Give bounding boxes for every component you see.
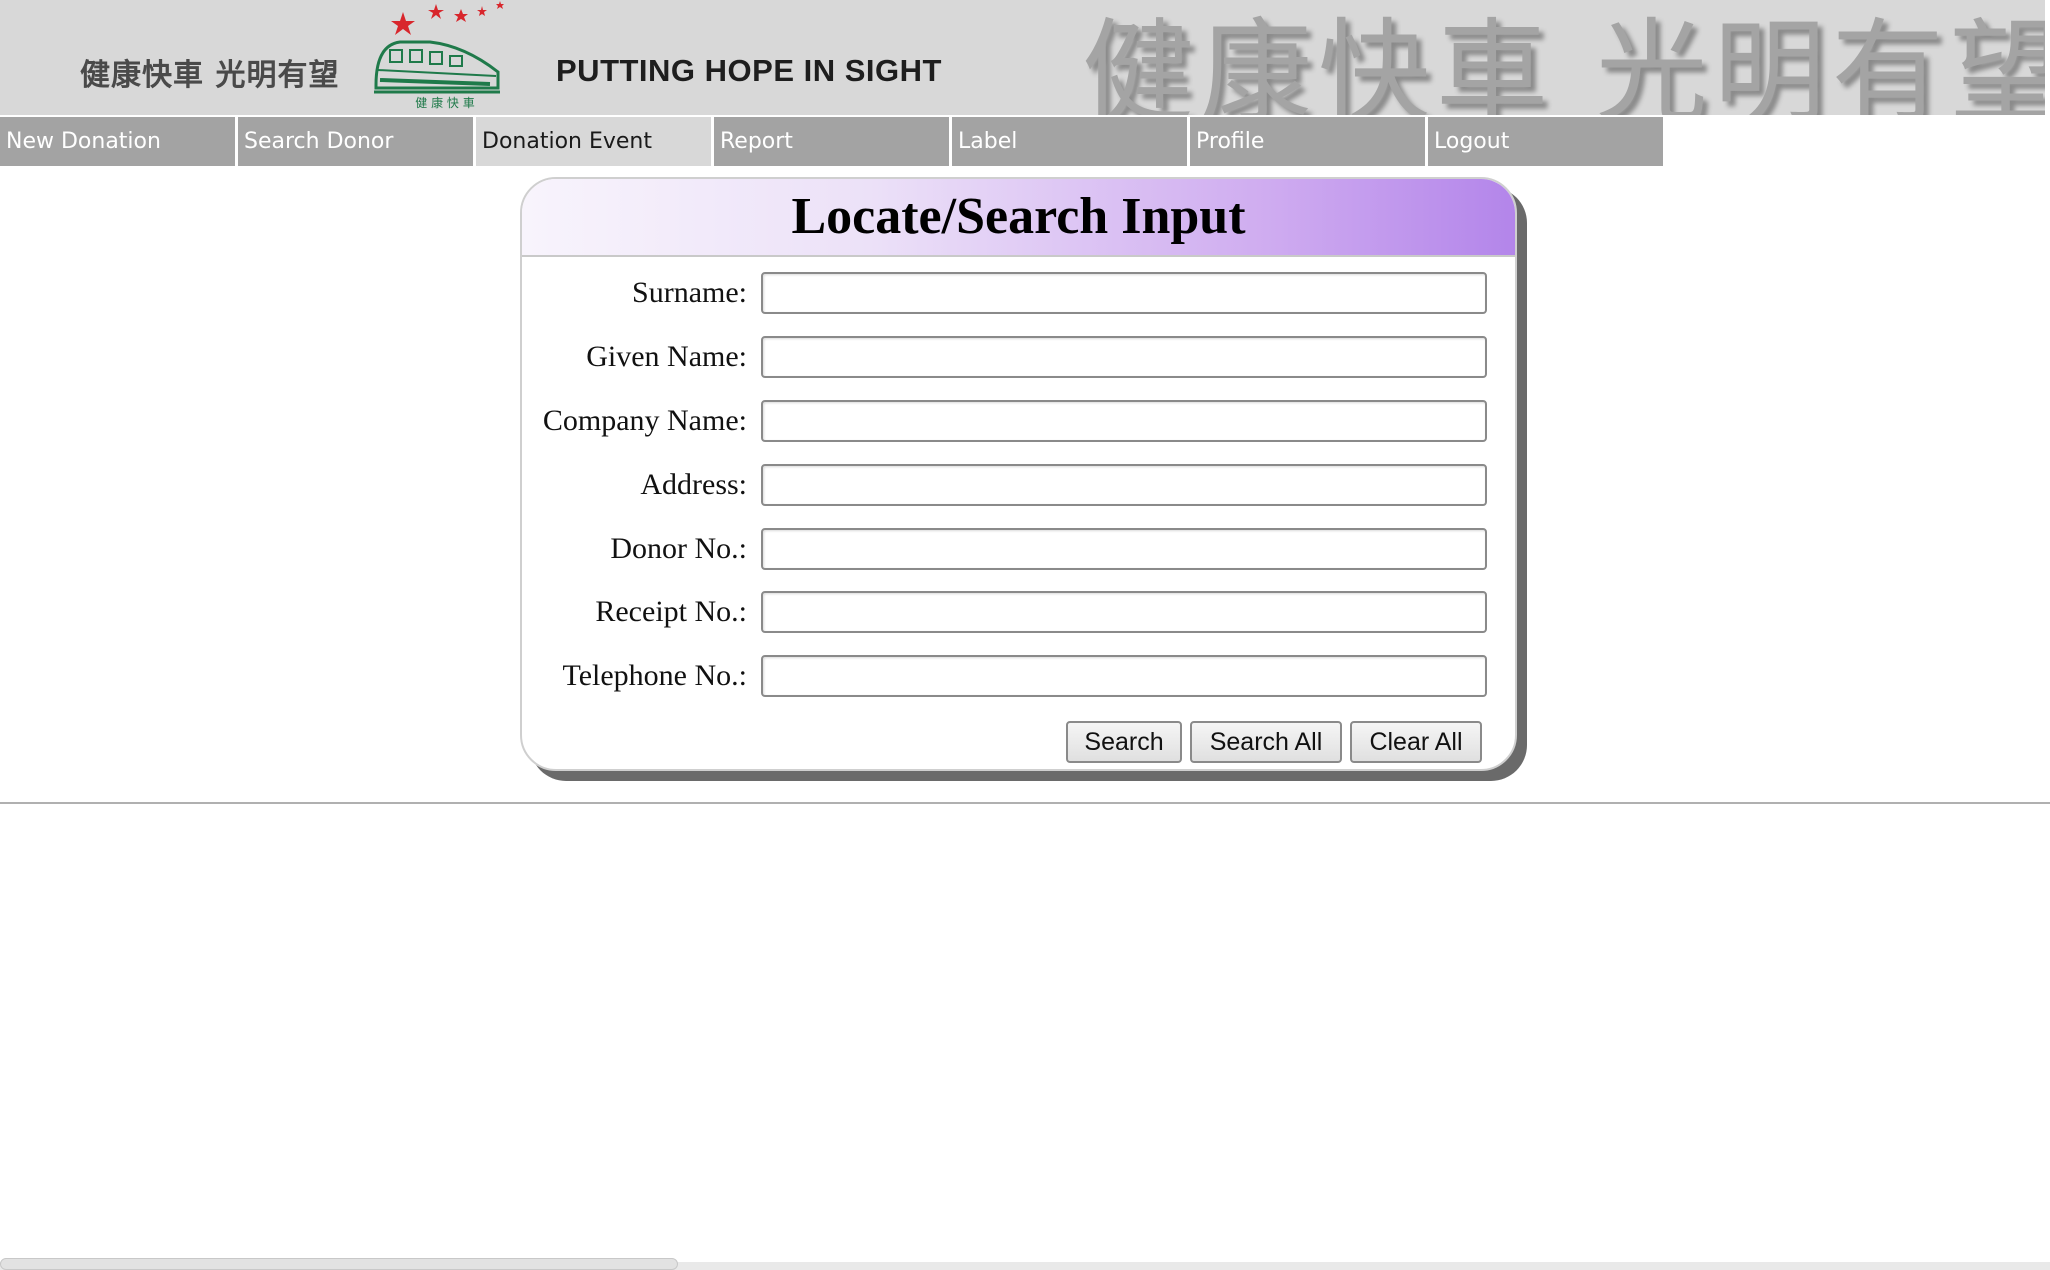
company-name-label: Company Name: [542, 404, 747, 437]
horizontal-divider [0, 802, 2050, 804]
form-row-company-name: Company Name: [522, 400, 1515, 442]
nav-item-donation-event[interactable]: Donation Event [476, 117, 711, 166]
tagline: PUTTING HOPE IN SIGHT [556, 53, 942, 88]
organization-logo: 健 康 快 車 [374, 1, 504, 110]
search-button[interactable]: Search [1066, 721, 1182, 763]
page-title: Locate/Search Input [791, 188, 1246, 245]
form-row-telephone-no: Telephone No.: [522, 655, 1515, 697]
nav-item-profile[interactable]: Profile [1190, 117, 1425, 166]
nav-item-report[interactable]: Report [714, 117, 949, 166]
telephone-no-input[interactable] [761, 655, 1487, 697]
address-input[interactable] [761, 464, 1487, 506]
search-all-button[interactable]: Search All [1190, 721, 1342, 763]
form-row-surname: Surname: [522, 272, 1515, 314]
star-icon [454, 9, 468, 22]
receipt-no-input[interactable] [761, 591, 1487, 633]
form-row-address: Address: [522, 464, 1515, 506]
form-row-given-name: Given Name: [522, 336, 1515, 378]
search-panel-header: Locate/Search Input [522, 179, 1515, 257]
given-name-label: Given Name: [586, 340, 747, 373]
donor-no-input[interactable] [761, 528, 1487, 570]
star-icon [477, 6, 487, 16]
form-row-receipt-no: Receipt No.: [522, 591, 1515, 633]
slogan-watermark: 健康快車 光明有望 [1082, 8, 2045, 115]
star-icon [428, 4, 444, 19]
search-panel: Locate/Search Input Surname: Given Name:… [520, 177, 1517, 771]
star-icon [391, 12, 415, 35]
logo-caption: 健 康 快 車 [415, 95, 474, 110]
donor-no-label: Donor No.: [610, 532, 747, 565]
header-banner: 健康快車 光明有望 健 康 快 車 PUTTING HOPE IN SIGHT … [0, 0, 2045, 115]
company-name-input[interactable] [761, 400, 1487, 442]
telephone-no-label: Telephone No.: [562, 659, 747, 692]
address-label: Address: [640, 468, 747, 501]
nav-item-new-donation[interactable]: New Donation [0, 117, 235, 166]
star-icon [496, 1, 504, 9]
nav-item-label[interactable]: Label [952, 117, 1187, 166]
nav-item-search-donor[interactable]: Search Donor [238, 117, 473, 166]
form-row-donor-no: Donor No.: [522, 528, 1515, 570]
nav-item-logout[interactable]: Logout [1428, 117, 1663, 166]
given-name-input[interactable] [761, 336, 1487, 378]
receipt-no-label: Receipt No.: [595, 595, 747, 628]
main-nav: New Donation Search Donor Donation Event… [0, 117, 1663, 166]
train-icon [374, 40, 500, 94]
clear-all-button[interactable]: Clear All [1350, 721, 1482, 763]
slogan-small: 健康快車 光明有望 [80, 58, 340, 93]
horizontal-scrollbar-thumb[interactable] [0, 1258, 678, 1270]
surname-input[interactable] [761, 272, 1487, 314]
surname-label: Surname: [632, 276, 747, 309]
